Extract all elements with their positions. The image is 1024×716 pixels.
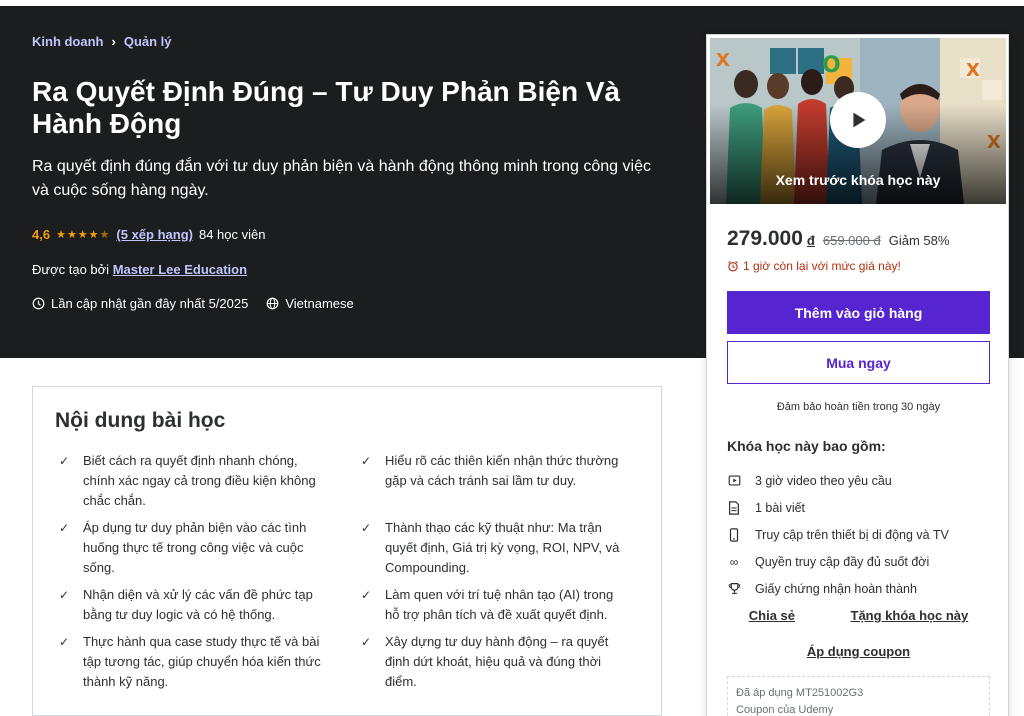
breadcrumb: Kinh doanh › Quản lý (32, 34, 172, 49)
price-row: 279.000 đ 659.000 đ Giảm 58% (727, 227, 949, 251)
check-icon: ✓ (59, 521, 70, 535)
created-by: Được tạo bởi Master Lee Education (32, 262, 247, 277)
current-price: 279.000 đ (727, 227, 815, 250)
includes-list: 3 giờ video theo yêu cầu 1 bài viết Truy… (727, 467, 997, 602)
last-updated: Lần cập nhật gần đây nhất 5/2025 (51, 296, 249, 311)
includes-item: 3 giờ video theo yêu cầu (727, 467, 997, 494)
article-icon (727, 500, 741, 515)
learn-column-right: ✓ Hiểu rõ các thiên kiến nhận thức thường… (361, 451, 631, 699)
video-icon (727, 474, 741, 487)
applied-coupon-box: Đã áp dụng MT251002G3 Coupon của Udemy (727, 676, 990, 716)
learn-item: ✓ Hiểu rõ các thiên kiến nhận thức thường… (361, 451, 631, 518)
includes-item: ∞ Quyền truy cập đầy đủ suốt đời (727, 548, 997, 575)
check-icon: ✓ (361, 454, 372, 468)
includes-item: Giấy chứng nhận hoàn thành (727, 575, 997, 602)
rating-row: 4,6 ★★★★★ (5 xếp hạng) 84 học viên (32, 227, 265, 242)
mobile-icon (727, 527, 741, 542)
includes-title: Khóa học này bao gồm: (727, 438, 886, 454)
check-icon: ✓ (361, 635, 372, 649)
play-icon[interactable] (830, 92, 886, 148)
check-icon: ✓ (361, 588, 372, 602)
course-title: Ra Quyết Định Đúng – Tư Duy Phản Biện Và… (32, 76, 621, 139)
star-rating-icon: ★★★★★ (56, 229, 111, 241)
course-preview-video[interactable]: O X X X Xem trước khóa học này (710, 38, 1006, 204)
course-meta: Lần cập nhật gần đây nhất 5/2025 Vietnam… (32, 296, 354, 311)
trophy-icon (727, 582, 741, 595)
breadcrumb-item-business[interactable]: Kinh doanh (32, 34, 104, 49)
breadcrumb-item-management[interactable]: Quản lý (124, 34, 172, 49)
created-by-label: Được tạo bởi (32, 262, 110, 277)
share-gift-links: Chia sẻ Tặng khóa học này (707, 608, 1010, 623)
share-link[interactable]: Chia sẻ (749, 608, 795, 623)
chevron-right-icon: › (111, 34, 116, 49)
purchase-card: O X X X Xem trước khóa học này 279.000đ … (706, 34, 1009, 716)
alarm-clock-icon (728, 260, 738, 272)
learn-item: ✓ Biết cách ra quyết định nhanh chóng, ch… (59, 451, 329, 518)
buy-now-button[interactable]: Mua ngay (727, 341, 990, 384)
price-urgency: 1 giờ còn lại với mức giá này! (727, 259, 901, 273)
course-language: Vietnamese (285, 296, 354, 311)
add-to-cart-button[interactable]: Thêm vào giỏ hàng (727, 291, 990, 334)
alert-clock-icon (32, 297, 45, 310)
course-subtitle: Ra quyết định đúng đắn với tư duy phản b… (32, 158, 651, 199)
apply-coupon-link[interactable]: Áp dụng coupon (707, 644, 1010, 659)
coupon-source: Coupon của Udemy (736, 704, 834, 716)
learn-item: ✓ Thực hành qua case study thực tế và bài… (59, 632, 329, 699)
learn-item: ✓ Xây dựng tư duy hành động – ra quyết đị… (361, 632, 631, 699)
learn-item: ✓ Áp dụng tư duy phản biện vào các tình h… (59, 518, 329, 585)
includes-item: 1 bài viết (727, 494, 997, 521)
original-price: 659.000 đ (822, 233, 881, 248)
includes-item: Truy cập trên thiết bị di động và TV (727, 521, 997, 548)
globe-icon (266, 297, 279, 310)
check-icon: ✓ (361, 521, 372, 535)
learn-item: ✓ Thành thạo các kỹ thuật như: Ma trận qu… (361, 518, 631, 585)
money-back-guarantee: Đảm bảo hoàn tiền trong 30 ngày (776, 401, 941, 413)
currency-symbol: đ (806, 233, 815, 248)
infinity-icon: ∞ (729, 554, 739, 569)
gift-course-link[interactable]: Tặng khóa học này (851, 608, 969, 623)
check-icon: ✓ (59, 588, 70, 602)
rating-count-link[interactable]: (5 xếp hạng) (116, 227, 193, 242)
check-icon: ✓ (59, 454, 70, 468)
learn-column-left: ✓ Biết cách ra quyết định nhanh chóng, ch… (59, 451, 329, 699)
check-icon: ✓ (59, 635, 70, 649)
applied-coupon-code: Đã áp dụng MT251002G3 (736, 687, 864, 699)
learn-item: ✓ Làm quen với trí tuệ nhân tạo (AI) tron… (361, 585, 631, 632)
what-you-learn-title: Nội dung bài học (55, 409, 226, 432)
what-you-learn-box: Nội dung bài học ✓ Biết cách ra quyết địn… (32, 386, 662, 716)
author-link[interactable]: Master Lee Education (113, 262, 247, 277)
rating-score: 4,6 (32, 227, 51, 242)
learn-item: ✓ Nhận diện và xử lý các vấn đề phức tạp … (59, 585, 329, 632)
discount-percent: Giảm 58% (888, 233, 950, 248)
preview-label[interactable]: Xem trước khóa học này (710, 172, 1006, 188)
student-count: 84 học viên (198, 227, 266, 242)
